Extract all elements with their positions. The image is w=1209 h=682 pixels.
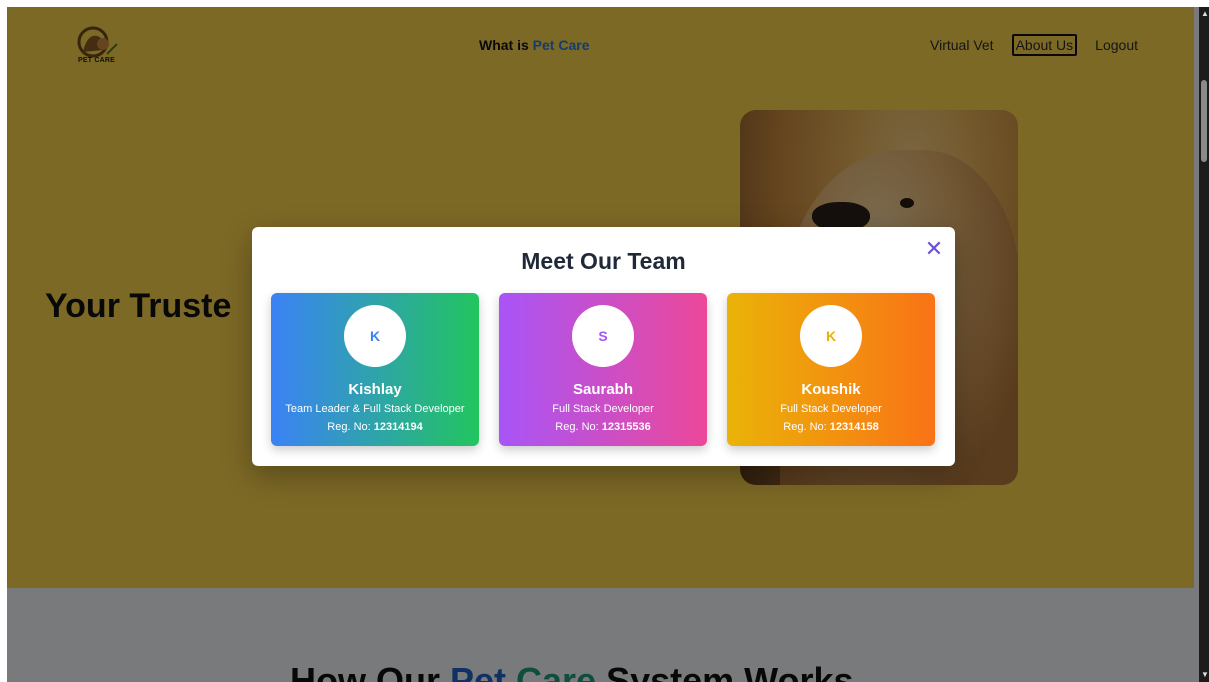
member-reg-label: Reg. No: — [327, 421, 371, 433]
modal-title: Meet Our Team — [521, 248, 686, 274]
member-name: Kishlay — [348, 381, 402, 398]
scroll-up-arrow-icon[interactable]: ▲ — [1201, 9, 1209, 18]
member-name: Koushik — [801, 381, 861, 398]
member-role: Full Stack Developer — [552, 403, 654, 415]
scrollbar-thumb[interactable] — [1201, 80, 1207, 162]
team-modal: Meet Our Team ✕ K Kishlay Team Leader & … — [252, 227, 955, 466]
member-reg-value: 12314158 — [829, 421, 879, 433]
team-member-card: S Saurabh Full Stack Developer Reg. No: … — [499, 293, 707, 446]
member-role: Team Leader & Full Stack Developer — [285, 403, 465, 415]
member-reg: Reg. No: 12315536 — [499, 421, 707, 433]
member-reg-label: Reg. No: — [783, 421, 827, 433]
avatar: S — [572, 305, 634, 367]
team-member-card: K Koushik Full Stack Developer Reg. No: … — [727, 293, 935, 446]
member-role: Full Stack Developer — [780, 403, 882, 415]
avatar: K — [800, 305, 862, 367]
member-reg: Reg. No: 12314194 — [271, 421, 479, 433]
close-icon[interactable]: ✕ — [924, 237, 944, 261]
team-member-card: K Kishlay Team Leader & Full Stack Devel… — [271, 293, 479, 446]
scroll-down-arrow-icon[interactable]: ▼ — [1201, 670, 1209, 679]
member-name: Saurabh — [572, 381, 633, 398]
member-reg: Reg. No: 12314158 — [727, 421, 935, 433]
member-reg-value: 12314194 — [373, 421, 423, 433]
member-reg-label: Reg. No: — [555, 421, 599, 433]
avatar: K — [344, 305, 406, 367]
member-reg-value: 12315536 — [601, 421, 651, 433]
